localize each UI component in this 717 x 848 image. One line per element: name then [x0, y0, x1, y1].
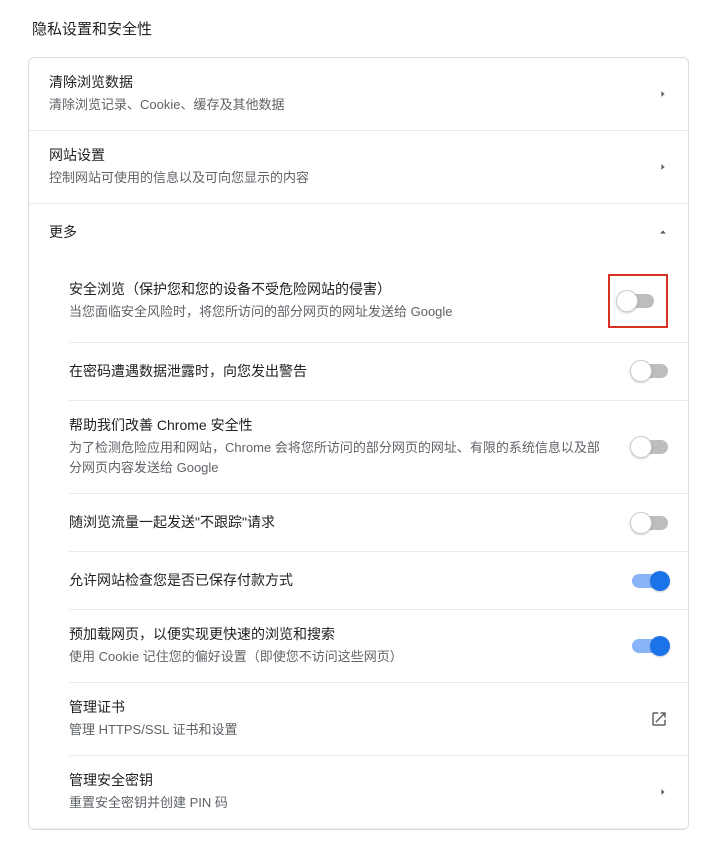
chevron-right-icon — [658, 89, 668, 99]
chevron-right-icon — [658, 162, 668, 172]
more-label: 更多 — [49, 222, 77, 242]
row-desc: 清除浏览记录、Cookie、缓存及其他数据 — [49, 95, 638, 116]
toggle-preload[interactable] — [632, 639, 668, 653]
item-desc: 重置安全密钥并创建 PIN 码 — [69, 793, 638, 814]
row-title: 网站设置 — [49, 145, 638, 166]
text-block: 预加载网页，以便实现更快速的浏览和搜索 使用 Cookie 记住您的偏好设置（即… — [69, 624, 632, 668]
external-link-icon — [650, 710, 668, 728]
item-safe-browsing: 安全浏览（保护您和您的设备不受危险网站的侵害） 当您面临安全风险时，将您所访问的… — [69, 260, 688, 343]
chevron-right-icon — [658, 787, 668, 797]
item-desc: 使用 Cookie 记住您的偏好设置（即使您不访问这些网页） — [69, 647, 612, 668]
toggle-do-not-track[interactable] — [632, 516, 668, 530]
item-title: 在密码遭遇数据泄露时，向您发出警告 — [69, 361, 612, 382]
item-desc: 为了检测危险应用和网站，Chrome 会将您所访问的部分网页的网址、有限的系统信… — [69, 438, 612, 480]
item-desc: 管理 HTTPS/SSL 证书和设置 — [69, 720, 630, 741]
more-section: 更多 安全浏览（保护您和您的设备不受危险网站的侵害） 当您面临安全风险时，将您所… — [29, 204, 688, 829]
text-block: 允许网站检查您是否已保存付款方式 — [69, 570, 632, 591]
item-manage-certs[interactable]: 管理证书 管理 HTTPS/SSL 证书和设置 — [69, 683, 688, 756]
more-expand-toggle[interactable]: 更多 — [29, 204, 688, 260]
item-desc: 当您面临安全风险时，将您所访问的部分网页的网址发送给 Google — [69, 302, 580, 323]
toggle-help-improve[interactable] — [632, 440, 668, 454]
more-items-list: 安全浏览（保护您和您的设备不受危险网站的侵害） 当您面临安全风险时，将您所访问的… — [29, 260, 688, 828]
settings-card: 清除浏览数据 清除浏览记录、Cookie、缓存及其他数据 网站设置 控制网站可使… — [28, 57, 689, 830]
row-desc: 控制网站可使用的信息以及可向您显示的内容 — [49, 168, 638, 189]
item-title: 预加载网页，以便实现更快速的浏览和搜索 — [69, 624, 612, 645]
item-title: 管理证书 — [69, 697, 630, 718]
text-block: 网站设置 控制网站可使用的信息以及可向您显示的内容 — [49, 145, 658, 189]
text-block: 安全浏览（保护您和您的设备不受危险网站的侵害） 当您面临安全风险时，将您所访问的… — [69, 279, 600, 323]
row-site-settings[interactable]: 网站设置 控制网站可使用的信息以及可向您显示的内容 — [29, 131, 688, 204]
page-title: 隐私设置和安全性 — [28, 18, 689, 39]
item-payment-check: 允许网站检查您是否已保存付款方式 — [69, 552, 688, 610]
toggle-password-leak[interactable] — [632, 364, 668, 378]
item-title: 管理安全密钥 — [69, 770, 638, 791]
row-title: 清除浏览数据 — [49, 72, 638, 93]
item-help-improve-security: 帮助我们改善 Chrome 安全性 为了检测危险应用和网站，Chrome 会将您… — [69, 401, 688, 495]
item-title: 允许网站检查您是否已保存付款方式 — [69, 570, 612, 591]
toggle-safe-browsing[interactable] — [618, 294, 654, 308]
item-title: 随浏览流量一起发送"不跟踪"请求 — [69, 512, 612, 533]
text-block: 清除浏览数据 清除浏览记录、Cookie、缓存及其他数据 — [49, 72, 658, 116]
item-do-not-track: 随浏览流量一起发送"不跟踪"请求 — [69, 494, 688, 552]
text-block: 帮助我们改善 Chrome 安全性 为了检测危险应用和网站，Chrome 会将您… — [69, 415, 632, 480]
row-clear-browsing-data[interactable]: 清除浏览数据 清除浏览记录、Cookie、缓存及其他数据 — [29, 58, 688, 131]
highlight-box — [608, 274, 668, 328]
item-preload-pages: 预加载网页，以便实现更快速的浏览和搜索 使用 Cookie 记住您的偏好设置（即… — [69, 610, 688, 683]
item-password-leak-warning: 在密码遭遇数据泄露时，向您发出警告 — [69, 343, 688, 401]
toggle-payment-check[interactable] — [632, 574, 668, 588]
text-block: 随浏览流量一起发送"不跟踪"请求 — [69, 512, 632, 533]
item-title: 帮助我们改善 Chrome 安全性 — [69, 415, 612, 436]
text-block: 在密码遭遇数据泄露时，向您发出警告 — [69, 361, 632, 382]
item-manage-security-keys[interactable]: 管理安全密钥 重置安全密钥并创建 PIN 码 — [69, 756, 688, 828]
chevron-up-icon — [658, 227, 668, 237]
item-title: 安全浏览（保护您和您的设备不受危险网站的侵害） — [69, 279, 580, 300]
text-block: 管理证书 管理 HTTPS/SSL 证书和设置 — [69, 697, 650, 741]
text-block: 管理安全密钥 重置安全密钥并创建 PIN 码 — [69, 770, 658, 814]
